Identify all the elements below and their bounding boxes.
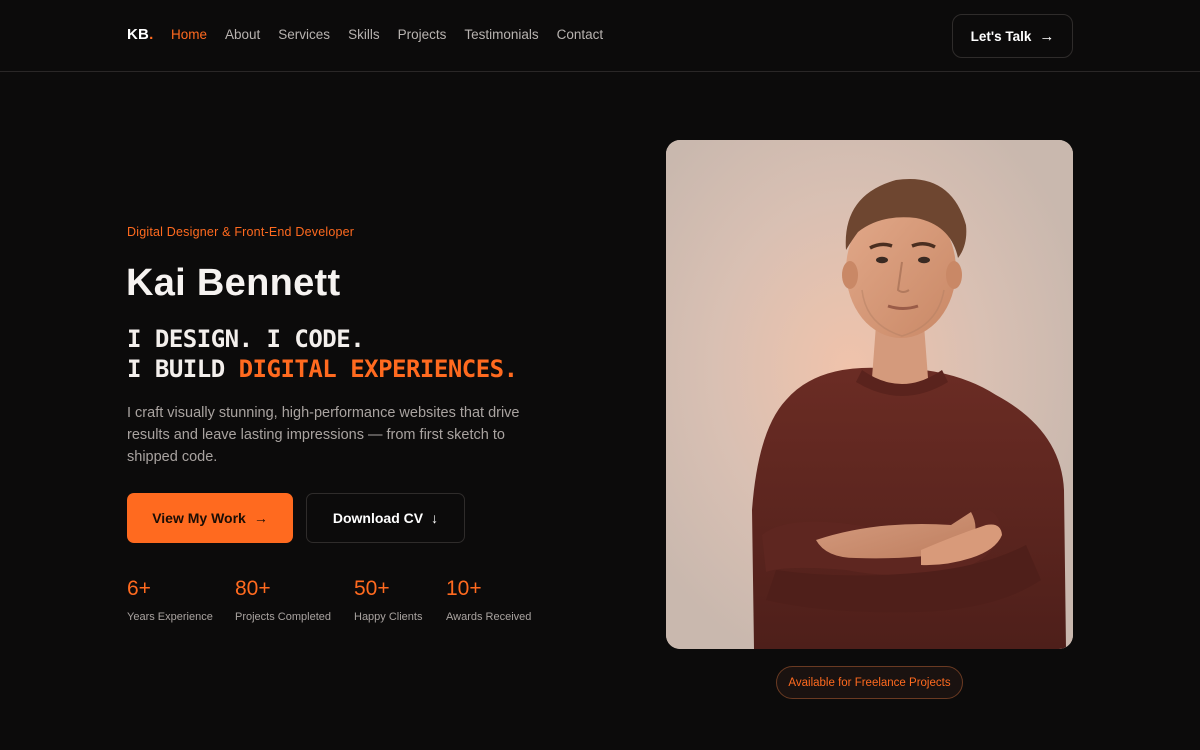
download-icon: ↓: [431, 510, 439, 526]
tagline-line-2-prefix: I BUILD: [127, 355, 239, 383]
download-cv-button[interactable]: Download CV ↓: [306, 493, 465, 543]
stat-value: 10+: [446, 577, 482, 600]
stat-years-experience: 6+ Years Experience: [127, 577, 213, 623]
profile-portrait: [666, 140, 1073, 649]
nav-link-home[interactable]: Home: [171, 27, 207, 42]
stat-label: Years Experience: [127, 611, 213, 623]
stat-value: 6+: [127, 577, 151, 600]
nav-link-projects[interactable]: Projects: [398, 27, 447, 42]
arrow-right-icon: →: [1039, 27, 1055, 45]
logo[interactable]: KB.: [127, 26, 153, 43]
nav-link-services[interactable]: Services: [278, 27, 330, 42]
hero-name: Kai Bennett: [126, 262, 341, 304]
stat-label: Awards Received: [446, 611, 532, 623]
lets-talk-button[interactable]: Let's Talk →: [952, 14, 1073, 58]
nav-link-about[interactable]: About: [225, 27, 260, 42]
tagline-line-1: I DESIGN. I CODE.: [127, 325, 365, 353]
main-nav: Home About Services Skills Projects Test…: [171, 27, 603, 42]
lets-talk-label: Let's Talk: [970, 28, 1032, 44]
arrow-right-icon: →: [253, 510, 268, 526]
view-my-work-label: View My Work: [152, 510, 246, 526]
nav-link-contact[interactable]: Contact: [557, 27, 604, 42]
stat-value: 80+: [235, 577, 271, 600]
nav-link-testimonials[interactable]: Testimonials: [464, 27, 538, 42]
tagline-accent: DIGITAL EXPERIENCES.: [238, 355, 518, 383]
stat-projects-completed: 80+ Projects Completed: [235, 577, 331, 623]
freelance-availability-badge: Available for Freelance Projects: [776, 666, 963, 699]
hero-description: I craft visually stunning, high-performa…: [127, 405, 520, 465]
site-header: KB. Home About Services Skills Projects …: [0, 0, 1200, 72]
view-my-work-button[interactable]: View My Work →: [127, 493, 293, 543]
portrait-illustration: [666, 140, 1073, 649]
hero-eyebrow: Digital Designer & Front-End Developer: [127, 225, 355, 239]
stat-label: Happy Clients: [354, 611, 423, 623]
nav-link-skills[interactable]: Skills: [348, 27, 380, 42]
stat-label: Projects Completed: [235, 611, 331, 623]
download-cv-label: Download CV: [332, 510, 424, 526]
stat-happy-clients: 50+ Happy Clients: [354, 577, 422, 623]
stat-value: 50+: [354, 577, 390, 600]
hero-tagline: I DESIGN. I CODE. I BUILD DIGITAL EXPERI…: [127, 324, 518, 384]
logo-text: KB: [127, 26, 150, 43]
stat-awards-received: 10+ Awards Received: [446, 577, 531, 623]
logo-dot: .: [149, 26, 154, 43]
